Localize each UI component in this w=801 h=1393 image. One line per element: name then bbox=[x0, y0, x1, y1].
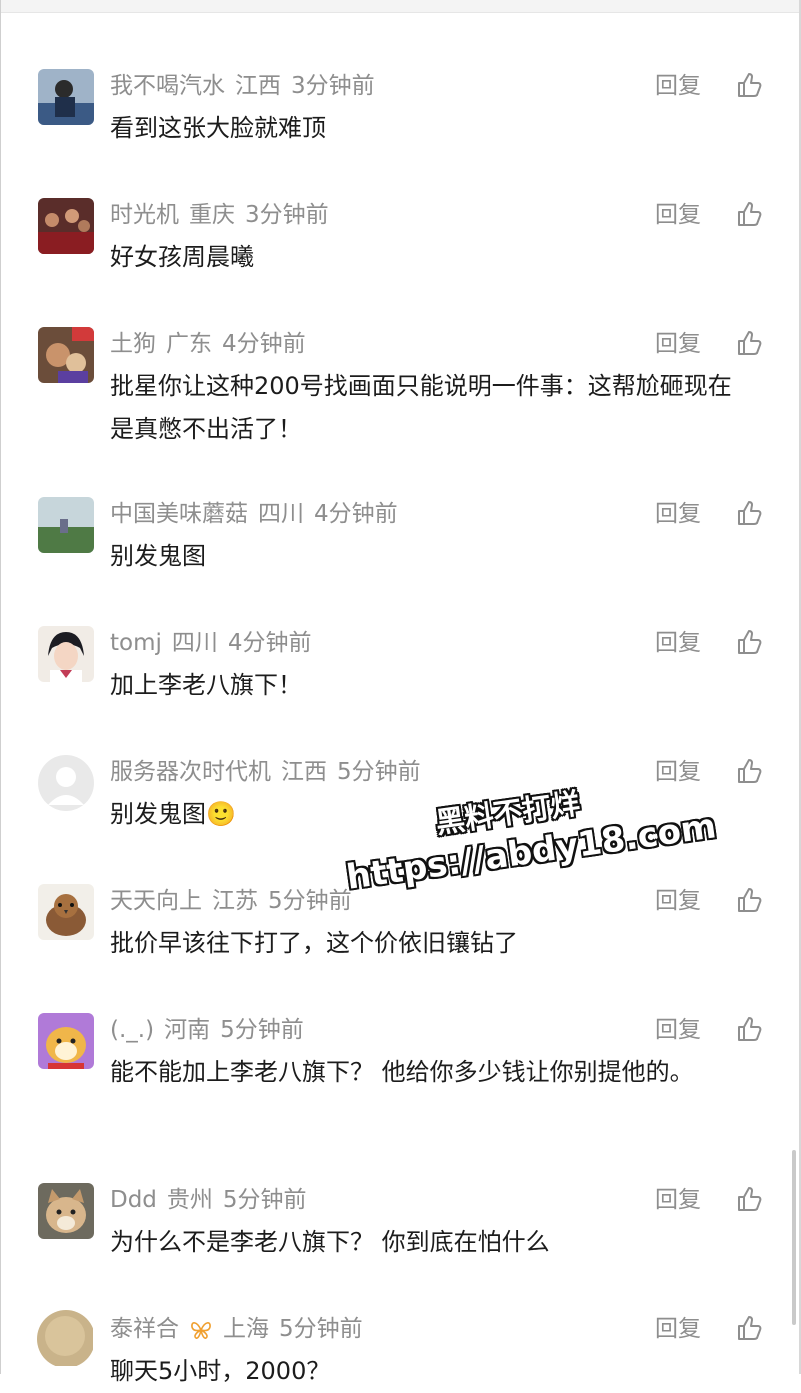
comment-location: 江西 bbox=[235, 73, 281, 99]
comment-text: 别发鬼图 bbox=[110, 542, 206, 570]
comment-meta: 服务器次时代机 江西 5分钟前 bbox=[110, 755, 431, 789]
comment-list: 我不喝汽水 江西 3分钟前 回复 看到这张大脸就难顶 时光机 重庆 3分钟前 回复 好女… bbox=[0, 0, 801, 1385]
avatar-photo-person-icon[interactable] bbox=[38, 69, 94, 125]
comment-time: 4分钟前 bbox=[222, 331, 306, 357]
comment-meta: 泰祥合 上海 5分钟前 bbox=[110, 1312, 373, 1346]
comment-time: 3分钟前 bbox=[291, 73, 375, 99]
thumbs-up-icon[interactable] bbox=[735, 1314, 763, 1342]
reply-button[interactable]: 回复 bbox=[655, 69, 701, 103]
avatar-photo-dog-icon[interactable] bbox=[38, 327, 94, 383]
butterfly-badge-icon bbox=[191, 1321, 211, 1339]
comment-username[interactable]: 天天向上 bbox=[110, 888, 202, 914]
comment-meta: 我不喝汽水 江西 3分钟前 bbox=[110, 69, 385, 103]
comment-location: 河南 bbox=[164, 1017, 211, 1043]
comment-username[interactable]: 土狗 bbox=[110, 331, 156, 357]
avatar-photo-crowd-icon[interactable] bbox=[38, 198, 94, 254]
reply-button[interactable]: 回复 bbox=[655, 1013, 701, 1047]
comment-time: 3分钟前 bbox=[245, 202, 329, 228]
reply-button[interactable]: 回复 bbox=[655, 884, 701, 918]
reply-button[interactable]: 回复 bbox=[655, 198, 701, 232]
comment-username[interactable]: tomj bbox=[110, 630, 162, 656]
comment-location: 四川 bbox=[258, 501, 304, 527]
comment-location: 上海 bbox=[223, 1316, 269, 1342]
reply-button[interactable]: 回复 bbox=[655, 1183, 701, 1217]
comment-time: 4分钟前 bbox=[314, 501, 398, 527]
avatar-photo-landscape-icon[interactable] bbox=[38, 497, 94, 553]
comment-meta: 天天向上 江苏 5分钟前 bbox=[110, 884, 362, 918]
thumbs-up-icon[interactable] bbox=[735, 329, 763, 357]
comment-text: 别发鬼图🙂 bbox=[110, 800, 236, 828]
thumbs-up-icon[interactable] bbox=[735, 628, 763, 656]
comment-text: 好女孩周晨曦 bbox=[110, 243, 254, 271]
avatar-cat-icon[interactable] bbox=[38, 1183, 94, 1239]
comment-meta: 时光机 重庆 3分钟前 bbox=[110, 198, 339, 232]
reply-button[interactable]: 回复 bbox=[655, 626, 701, 660]
comment-location: 江西 bbox=[281, 759, 327, 785]
comment-text: 能不能加上李老八旗下？ 他给你多少钱让你别提他的。 bbox=[110, 1058, 694, 1086]
comment-time: 5分钟前 bbox=[337, 759, 421, 785]
comment-text: 看到这张大脸就难顶 bbox=[110, 114, 326, 142]
thumbs-up-icon[interactable] bbox=[735, 757, 763, 785]
comment-username[interactable]: 中国美味蘑菇 bbox=[110, 501, 248, 527]
reply-button[interactable]: 回复 bbox=[655, 755, 701, 789]
reply-button[interactable]: 回复 bbox=[655, 327, 701, 361]
comment-meta: 中国美味蘑菇 四川 4分钟前 bbox=[110, 497, 408, 531]
comment-meta: Ddd 贵州 5分钟前 bbox=[110, 1183, 317, 1217]
comment-location: 贵州 bbox=[166, 1187, 213, 1213]
comment-username[interactable]: (._.) bbox=[110, 1017, 154, 1043]
comment-time: 5分钟前 bbox=[279, 1316, 363, 1342]
comment-meta: 土狗 广东 4分钟前 bbox=[110, 327, 316, 361]
comment-text: 加上李老八旗下！ bbox=[110, 671, 302, 699]
comment-location: 四川 bbox=[171, 630, 218, 656]
comment-text: 聊天5小时，2000？ bbox=[110, 1357, 331, 1385]
comment-time: 5分钟前 bbox=[220, 1017, 304, 1043]
avatar-bird-icon[interactable] bbox=[38, 884, 94, 940]
comment-username[interactable]: 我不喝汽水 bbox=[110, 73, 225, 99]
thumbs-up-icon[interactable] bbox=[735, 1185, 763, 1213]
comment-username[interactable]: 服务器次时代机 bbox=[110, 759, 271, 785]
thumbs-up-icon[interactable] bbox=[735, 71, 763, 99]
comment-text: 为什么不是李老八旗下？ 你到底在怕什么 bbox=[110, 1228, 550, 1256]
comment-time: 4分钟前 bbox=[227, 630, 312, 656]
reply-button[interactable]: 回复 bbox=[655, 497, 701, 531]
comment-username[interactable]: Ddd bbox=[110, 1187, 157, 1213]
comment-location: 江苏 bbox=[212, 888, 258, 914]
comment-meta: (._.) 河南 5分钟前 bbox=[110, 1013, 314, 1047]
scrollbar[interactable] bbox=[792, 1150, 796, 1325]
avatar-anime-girl-icon[interactable] bbox=[38, 626, 94, 682]
thumbs-up-icon[interactable] bbox=[735, 499, 763, 527]
comment-text: 批价早该往下打了，这个价依旧镶钻了 bbox=[110, 929, 518, 957]
comment-meta: tomj 四川 4分钟前 bbox=[110, 626, 322, 660]
comment-username[interactable]: 泰祥合 bbox=[110, 1316, 179, 1342]
comment-time: 5分钟前 bbox=[222, 1187, 307, 1213]
thumbs-up-icon[interactable] bbox=[735, 1015, 763, 1043]
thumbs-up-icon[interactable] bbox=[735, 886, 763, 914]
avatar-photo-round-icon[interactable] bbox=[37, 1310, 95, 1368]
comment-text: 批星你让这种200号找画面只能说明一件事：这帮尬砸现在是真憋不出活了！ bbox=[110, 372, 732, 443]
avatar-cartoon-dog-icon[interactable] bbox=[38, 1013, 94, 1069]
comment-time: 5分钟前 bbox=[268, 888, 352, 914]
comment-username[interactable]: 时光机 bbox=[110, 202, 179, 228]
thumbs-up-icon[interactable] bbox=[735, 200, 763, 228]
reply-button[interactable]: 回复 bbox=[655, 1312, 701, 1346]
comment-location: 重庆 bbox=[189, 202, 235, 228]
avatar-default-person-icon[interactable] bbox=[38, 755, 94, 811]
comment-location: 广东 bbox=[166, 331, 212, 357]
